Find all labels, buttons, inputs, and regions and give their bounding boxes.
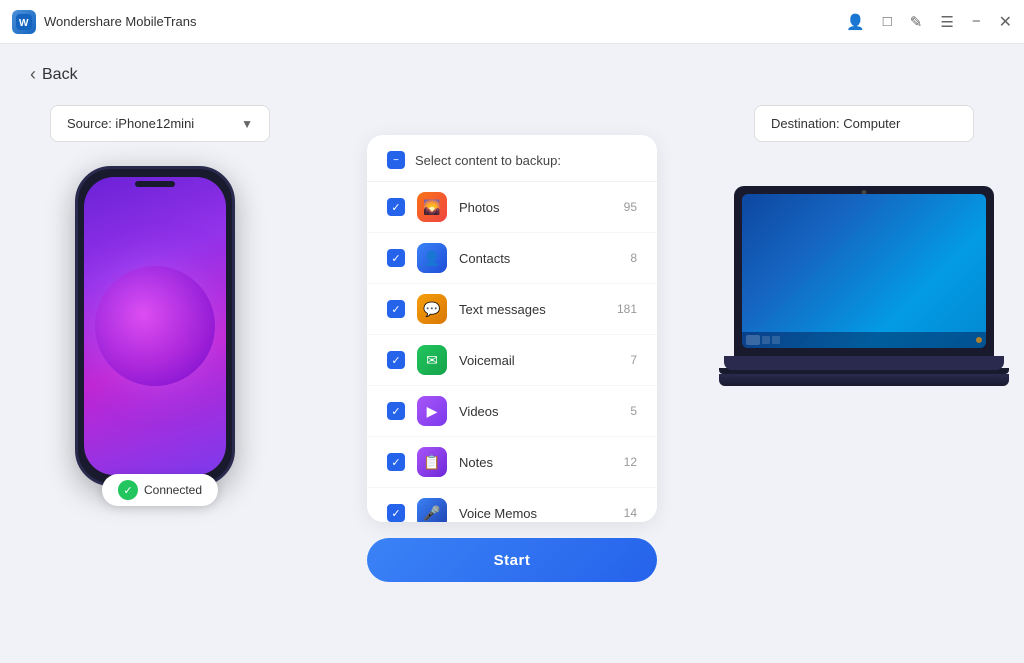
titlebar: W Wondershare MobileTrans 👤 □ ✎ ☰ − ✕ — [0, 0, 1024, 44]
source-selector[interactable]: Source: iPhone12mini ▼ — [50, 105, 270, 142]
close-icon[interactable]: ✕ — [999, 12, 1012, 32]
item-name: Notes — [459, 455, 612, 470]
item-name: Voicemail — [459, 353, 618, 368]
items-list[interactable]: ✓🌄Photos95✓👤Contacts8✓💬Text messages181✓… — [367, 182, 657, 522]
item-checkbox[interactable]: ✓ — [387, 504, 405, 522]
dest-label: Destination: Computer — [771, 116, 900, 131]
item-checkbox[interactable]: ✓ — [387, 198, 405, 216]
connected-badge: ✓ Connected — [102, 474, 218, 506]
list-item[interactable]: ✓ 🌄 Photos 95 — [367, 182, 657, 233]
item-count: 12 — [624, 455, 637, 469]
three-col-layout: Source: iPhone12mini ▼ ✓ Connected — [30, 105, 994, 624]
laptop-screen-inner — [742, 194, 986, 348]
titlebar-left: W Wondershare MobileTrans — [12, 10, 196, 34]
laptop-bottom — [719, 374, 1009, 386]
item-count: 95 — [624, 200, 637, 214]
back-button[interactable]: ‹ Back — [30, 64, 994, 85]
app-title: Wondershare MobileTrans — [44, 14, 196, 29]
back-arrow-icon: ‹ — [30, 64, 36, 85]
menu-icon[interactable]: ☰ — [940, 13, 953, 31]
laptop-base — [724, 356, 1004, 370]
titlebar-controls: 👤 □ ✎ ☰ − ✕ — [846, 12, 1012, 32]
item-icon-videos: ▶ — [417, 396, 447, 426]
laptop-body — [734, 186, 994, 386]
right-column: Destination: Computer — [734, 105, 994, 386]
item-icon-voicememos: 🎤 — [417, 498, 447, 522]
item-name: Videos — [459, 404, 618, 419]
connected-text: Connected — [144, 483, 202, 497]
item-count: 181 — [617, 302, 637, 316]
item-checkbox[interactable]: ✓ — [387, 249, 405, 267]
item-checkbox[interactable]: ✓ — [387, 351, 405, 369]
card-header-label: Select content to backup: — [415, 153, 561, 168]
item-icon-notes: 📋 — [417, 447, 447, 477]
phone-screen — [84, 177, 226, 475]
win-icon-2 — [772, 336, 780, 344]
phone-illustration: ✓ Connected — [75, 166, 245, 496]
computer-illustration — [734, 186, 994, 386]
chevron-down-icon: ▼ — [241, 117, 253, 131]
card-header: − Select content to backup: — [367, 135, 657, 182]
destination-selector: Destination: Computer — [754, 105, 974, 142]
item-count: 7 — [630, 353, 637, 367]
win-icon-1 — [762, 336, 770, 344]
minimize-icon[interactable]: − — [972, 13, 981, 30]
item-name: Voice Memos — [459, 506, 612, 521]
phone-body — [75, 166, 235, 486]
item-icon-photos: 🌄 — [417, 192, 447, 222]
item-checkbox[interactable]: ✓ — [387, 300, 405, 318]
list-item[interactable]: ✓ 📋 Notes 12 — [367, 437, 657, 488]
edit-icon[interactable]: ✎ — [910, 13, 923, 31]
phone-orb — [95, 266, 215, 386]
item-count: 14 — [624, 506, 637, 520]
laptop-screen-outer — [734, 186, 994, 356]
source-label: Source: iPhone12mini — [67, 116, 194, 131]
item-checkbox[interactable]: ✓ — [387, 402, 405, 420]
item-checkbox[interactable]: ✓ — [387, 453, 405, 471]
item-count: 5 — [630, 404, 637, 418]
phone-screen-inner — [84, 177, 226, 475]
app-logo: W — [12, 10, 36, 34]
list-item[interactable]: ✓ ▶ Videos 5 — [367, 386, 657, 437]
connected-check-icon: ✓ — [118, 480, 138, 500]
win-taskbar — [742, 332, 986, 348]
item-name: Text messages — [459, 302, 605, 317]
list-item[interactable]: ✓ 💬 Text messages 181 — [367, 284, 657, 335]
win-light — [976, 337, 982, 343]
chat-icon[interactable]: □ — [883, 13, 892, 30]
item-name: Photos — [459, 200, 612, 215]
item-icon-contacts: 👤 — [417, 243, 447, 273]
item-icon-messages: 💬 — [417, 294, 447, 324]
item-icon-voicemail: ✉ — [417, 345, 447, 375]
list-item[interactable]: ✓ ✉ Voicemail 7 — [367, 335, 657, 386]
phone-notch — [135, 181, 175, 187]
item-count: 8 — [630, 251, 637, 265]
start-button[interactable]: Start — [367, 538, 657, 582]
center-column: − Select content to backup: ✓ 🌄 Photos 95 ✓ 👤… — [362, 135, 662, 582]
list-item[interactable]: ✓ 👤 Contacts 8 — [367, 233, 657, 284]
win-start-button — [746, 335, 760, 345]
back-label: Back — [42, 66, 78, 84]
left-column: Source: iPhone12mini ▼ ✓ Connected — [30, 105, 290, 496]
svg-text:W: W — [19, 18, 29, 29]
content-card: − Select content to backup: ✓ 🌄 Photos 95 ✓ 👤… — [367, 135, 657, 522]
main-content: ‹ Back Source: iPhone12mini ▼ — [0, 44, 1024, 663]
partial-check-icon[interactable]: − — [387, 151, 405, 169]
list-item[interactable]: ✓ 🎤 Voice Memos 14 — [367, 488, 657, 522]
item-name: Contacts — [459, 251, 618, 266]
user-icon[interactable]: 👤 — [846, 13, 865, 31]
